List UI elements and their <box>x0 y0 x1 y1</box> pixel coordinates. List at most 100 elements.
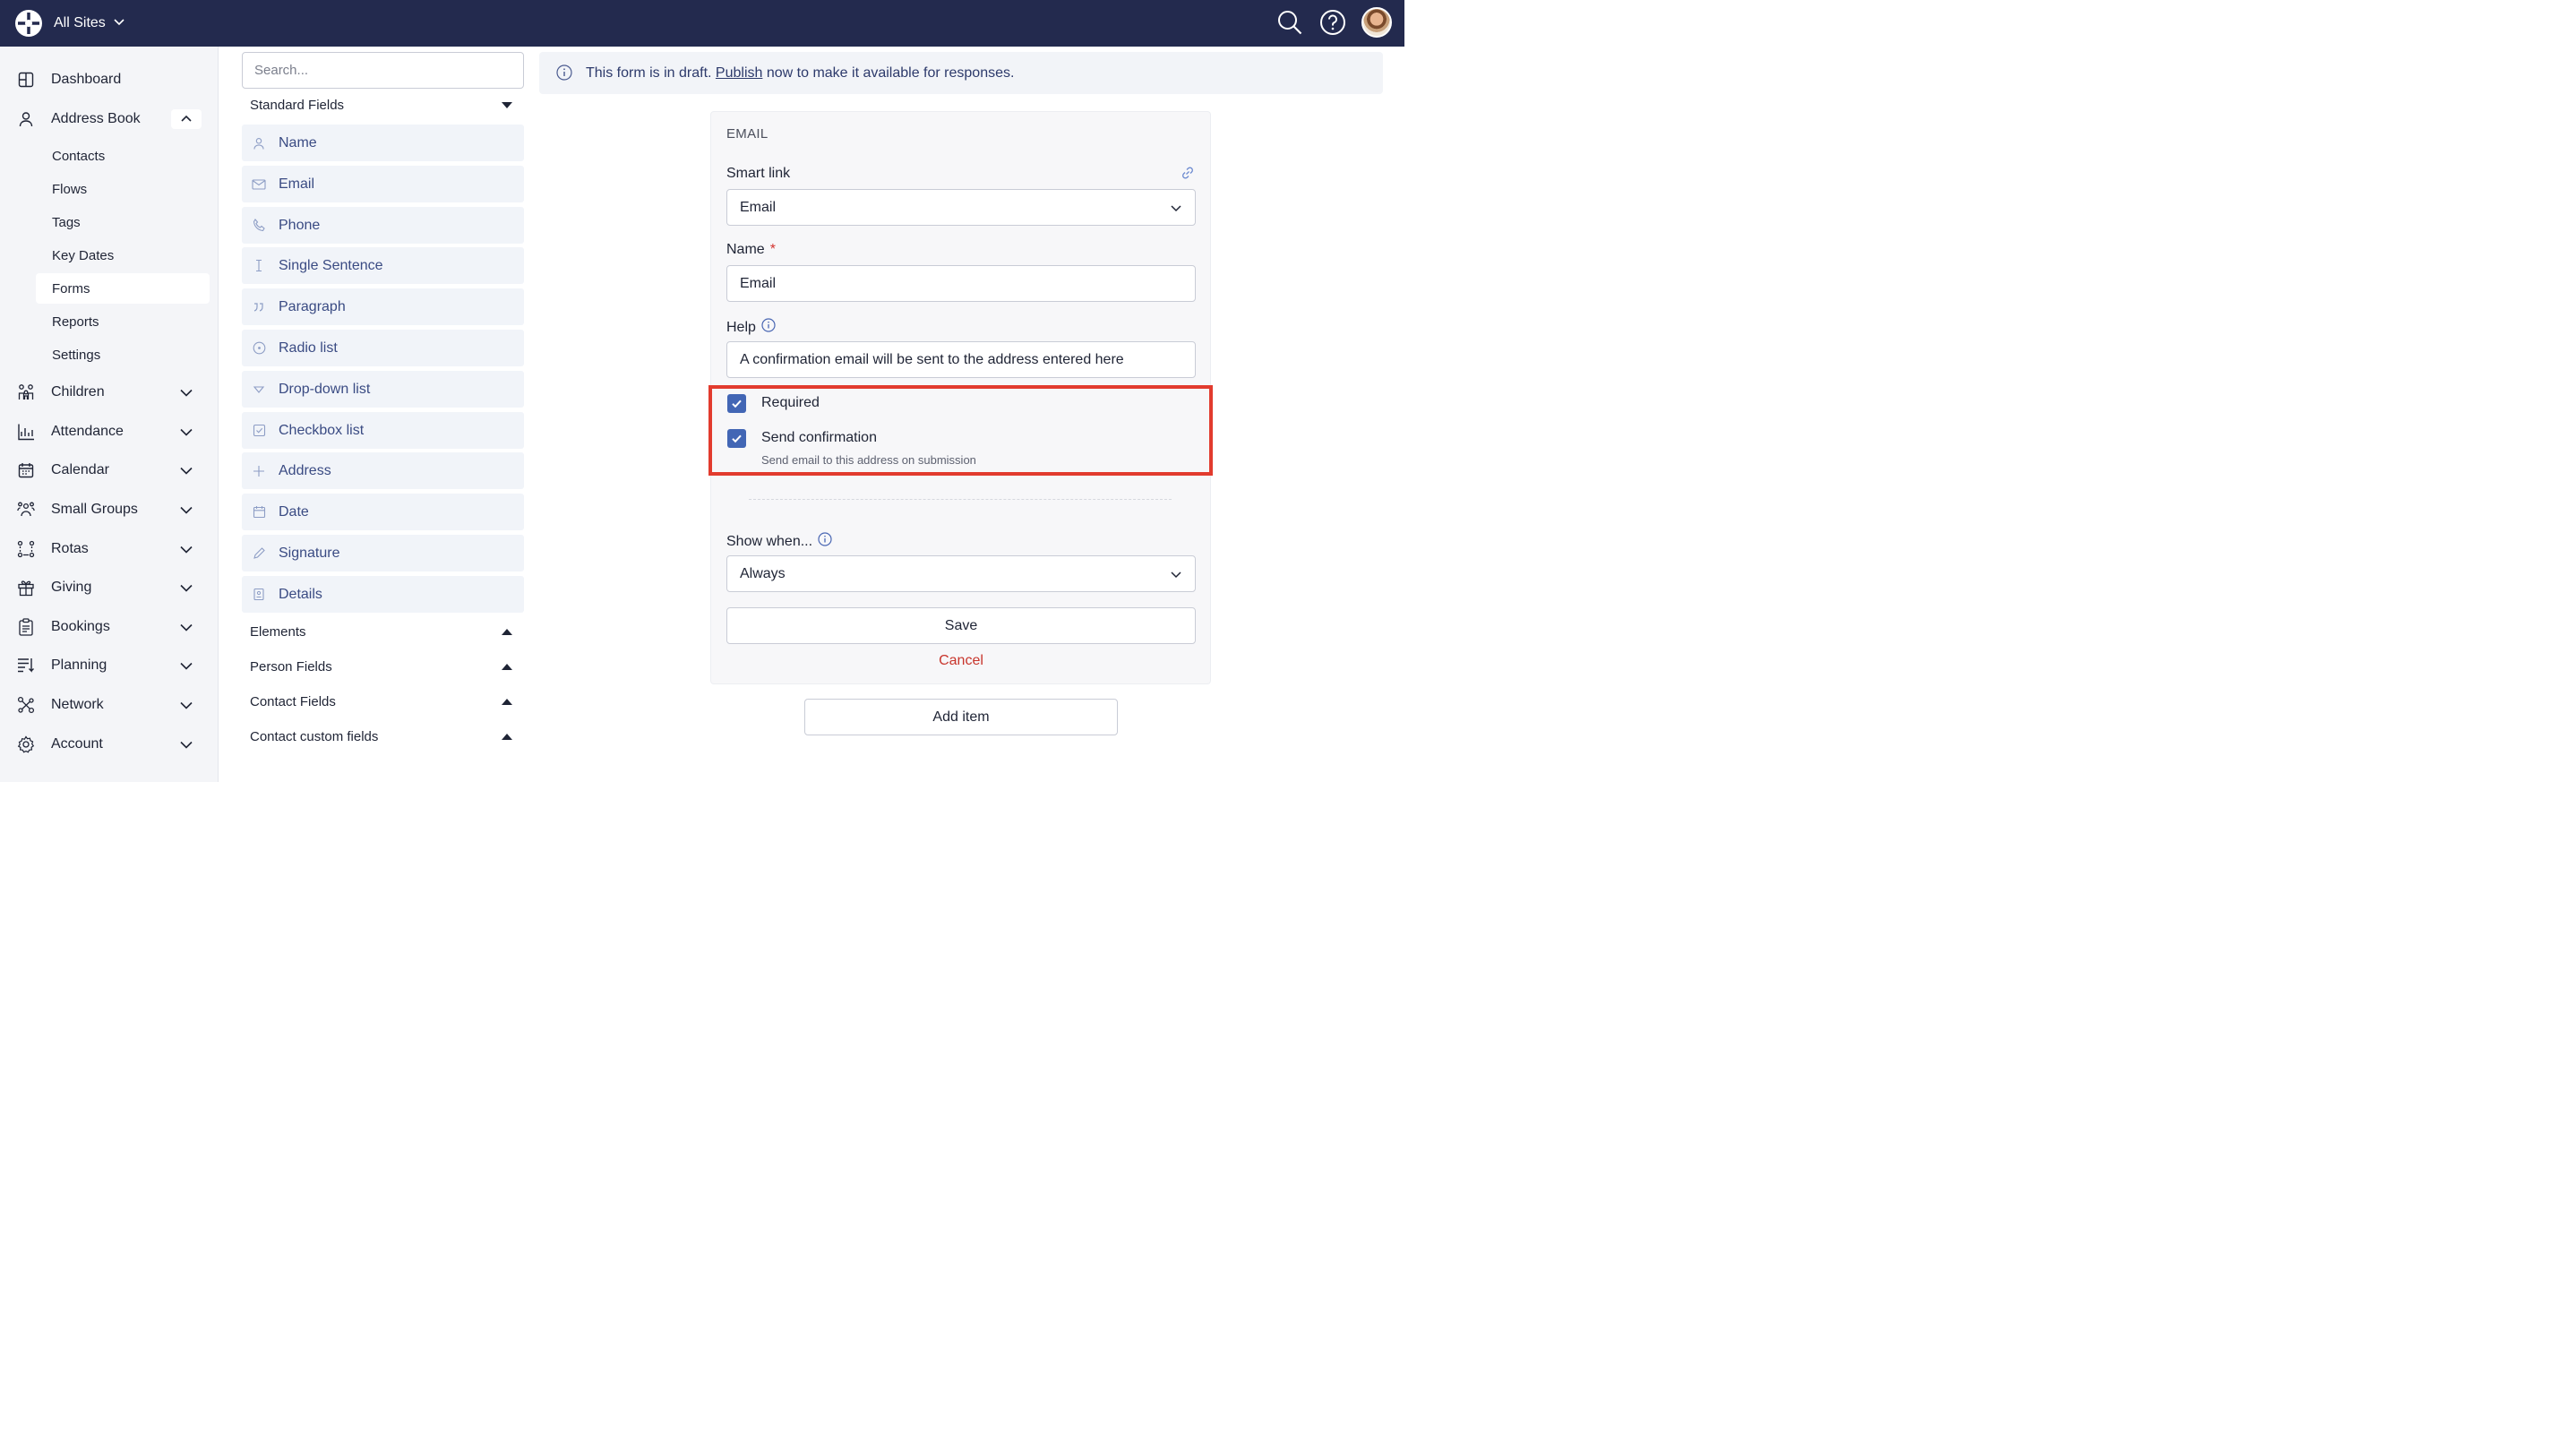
cancel-button[interactable]: Cancel <box>726 653 1196 669</box>
field-email[interactable]: Email <box>242 166 524 202</box>
rotas-icon <box>16 539 36 559</box>
person-icon <box>252 136 266 150</box>
sidebar-sub-flows[interactable]: Flows <box>36 174 210 204</box>
divider <box>749 499 1172 500</box>
sidebar-item-account[interactable]: Account <box>0 726 219 762</box>
chevron-down-icon[interactable] <box>178 697 194 713</box>
group-person-fields[interactable]: Person Fields <box>242 653 524 680</box>
sidebar-item-calendar[interactable]: Calendar <box>0 452 219 488</box>
add-item-button[interactable]: Add item <box>804 699 1118 735</box>
sidebar-sub-contacts[interactable]: Contacts <box>36 141 210 171</box>
field-label: Details <box>279 586 322 602</box>
name-label: Name * <box>726 242 776 258</box>
envelope-icon <box>252 177 266 192</box>
send-confirmation-help: Send email to this address on submission <box>761 453 976 467</box>
sidebar-sub-key-dates[interactable]: Key Dates <box>36 240 210 271</box>
smart-link-select[interactable]: Email <box>726 189 1196 226</box>
sidebar-item-label: Bookings <box>51 619 110 634</box>
field-paragraph[interactable]: Paragraph <box>242 288 524 325</box>
children-icon <box>16 382 36 402</box>
chevron-down-icon[interactable] <box>178 580 194 596</box>
field-label: Name <box>279 134 317 150</box>
help-field[interactable]: A confirmation email will be sent to the… <box>726 341 1196 378</box>
show-when-label-text: Show when... <box>726 533 813 549</box>
chevron-down-icon[interactable] <box>178 462 194 478</box>
sidebar-item-children[interactable]: Children <box>0 374 219 410</box>
field-label: Drop-down list <box>279 381 371 397</box>
banner-text: This form is in draft. Publish now to ma… <box>586 65 1014 82</box>
help-icon[interactable] <box>1318 8 1347 37</box>
show-when-value: Always <box>740 565 786 581</box>
name-field[interactable]: Email <box>726 265 1196 302</box>
caret-up-icon <box>502 628 512 635</box>
field-single-sentence[interactable]: Single Sentence <box>242 247 524 284</box>
group-standard-fields[interactable]: Standard Fields <box>242 91 524 118</box>
chevron-up-icon[interactable] <box>171 109 202 129</box>
field-signature[interactable]: Signature <box>242 535 524 571</box>
chevron-down-icon[interactable] <box>178 657 194 674</box>
sidebar-sub-settings[interactable]: Settings <box>36 339 210 370</box>
sidebar-item-dashboard[interactable]: Dashboard <box>0 62 219 98</box>
send-confirmation-checkbox[interactable] <box>727 429 746 448</box>
info-icon[interactable] <box>818 532 832 551</box>
sidebar-item-bookings[interactable]: Bookings <box>0 609 219 645</box>
search-icon[interactable] <box>1275 8 1304 37</box>
group-elements[interactable]: Elements <box>242 618 524 645</box>
show-when-select[interactable]: Always <box>726 555 1196 592</box>
save-button[interactable]: Save <box>726 607 1196 644</box>
sidebar-item-label: Rotas <box>51 541 89 556</box>
radio-icon <box>252 341 266 356</box>
plus-icon <box>252 464 266 478</box>
required-label: Required <box>761 395 820 410</box>
group-contact-custom-fields[interactable]: Contact custom fields <box>242 723 524 750</box>
sidebar-item-planning[interactable]: Planning <box>0 648 219 683</box>
field-checkbox-list[interactable]: Checkbox list <box>242 412 524 449</box>
checkmark-icon <box>732 400 742 408</box>
site-switcher[interactable]: All Sites <box>54 0 125 47</box>
sidebar-item-attendance[interactable]: Attendance <box>0 414 219 450</box>
field-name[interactable]: Name <box>242 125 524 161</box>
field-radio-list[interactable]: Radio list <box>242 330 524 366</box>
link-icon[interactable] <box>1181 166 1195 180</box>
chevron-down-icon[interactable] <box>178 424 194 440</box>
sidebar-item-rotas[interactable]: Rotas <box>0 531 219 567</box>
app-logo-icon[interactable] <box>14 9 43 38</box>
field-label: Paragraph <box>279 298 346 314</box>
sidebar-item-network[interactable]: Network <box>0 687 219 723</box>
sidebar-item-small-groups[interactable]: Small Groups <box>0 492 219 528</box>
field-details[interactable]: Details <box>242 576 524 613</box>
field-phone[interactable]: Phone <box>242 207 524 244</box>
caret-up-icon <box>502 698 512 705</box>
sidebar-item-label: Network <box>51 697 104 712</box>
group-label: Contact Fields <box>250 693 336 709</box>
chevron-down-icon[interactable] <box>178 619 194 635</box>
person-icon <box>16 109 36 129</box>
info-icon[interactable] <box>761 318 776 337</box>
field-date[interactable]: Date <box>242 494 524 530</box>
user-avatar[interactable] <box>1361 7 1392 38</box>
chevron-down-icon[interactable] <box>178 384 194 400</box>
group-contact-fields[interactable]: Contact Fields <box>242 688 524 715</box>
calendar-icon <box>16 460 36 480</box>
field-drop-down-list[interactable]: Drop-down list <box>242 371 524 408</box>
sidebar-sub-reports[interactable]: Reports <box>36 306 210 337</box>
chevron-down-icon[interactable] <box>178 736 194 752</box>
field-search-input[interactable] <box>242 52 524 89</box>
required-checkbox[interactable] <box>727 394 746 413</box>
chevron-down-icon[interactable] <box>178 541 194 557</box>
chevron-down-icon[interactable] <box>178 502 194 518</box>
sidebar-item-giving[interactable]: Giving <box>0 570 219 606</box>
publish-link[interactable]: Publish <box>716 65 762 81</box>
site-switcher-label: All Sites <box>54 15 106 30</box>
sidebar-sub-forms[interactable]: Forms <box>36 273 210 304</box>
field-address[interactable]: Address <box>242 452 524 489</box>
sidebar-item-label: Address Book <box>51 111 141 126</box>
group-label: Elements <box>250 623 306 640</box>
sidebar-sub-tags[interactable]: Tags <box>36 207 210 237</box>
field-label: Checkbox list <box>279 422 365 438</box>
send-confirmation-label: Send confirmation <box>761 430 877 445</box>
sidebar-item-address-book[interactable]: Address Book <box>0 101 219 137</box>
field-label: Address <box>279 462 331 478</box>
phone-icon <box>252 219 266 233</box>
checkmark-icon <box>732 434 742 443</box>
